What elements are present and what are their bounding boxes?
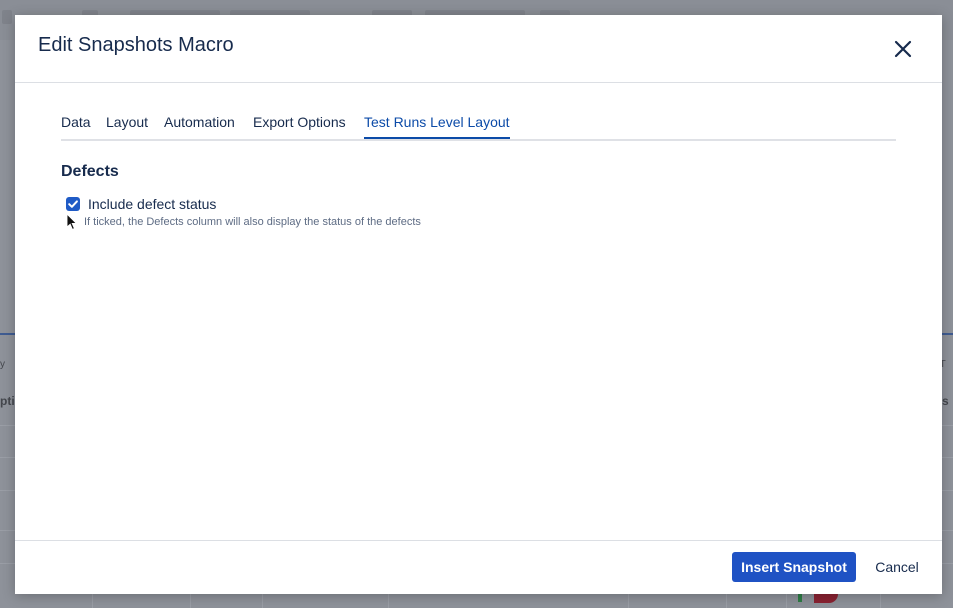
background-menu-icon	[2, 10, 12, 24]
include-defect-status-checkbox[interactable]	[66, 197, 80, 211]
tab-automation[interactable]: Automation	[164, 114, 235, 130]
background-text: pti	[0, 394, 15, 408]
active-tab-indicator	[364, 137, 510, 139]
tab-bar: Data Layout Automation Export Options Te…	[61, 110, 896, 141]
tab-test-runs-level-layout[interactable]: Test Runs Level Layout	[364, 114, 510, 130]
tab-layout[interactable]: Layout	[106, 114, 148, 130]
background-text: s	[942, 394, 949, 408]
checkmark-icon	[68, 200, 78, 208]
dialog-header: Edit Snapshots Macro	[15, 15, 942, 83]
background-text: y	[0, 359, 5, 370]
insert-snapshot-button[interactable]: Insert Snapshot	[732, 552, 856, 582]
section-title: Defects	[61, 163, 119, 180]
checkbox-label[interactable]: Include defect status	[88, 196, 216, 212]
help-text: If ticked, the Defects column will also …	[84, 216, 421, 228]
edit-snapshots-dialog: Edit Snapshots Macro Data Layout Automat…	[15, 15, 942, 594]
dialog-footer: Insert Snapshot Cancel	[15, 540, 942, 595]
tab-export-options[interactable]: Export Options	[253, 114, 346, 130]
close-button[interactable]	[891, 37, 915, 61]
mouse-pointer-icon	[66, 213, 78, 230]
close-icon	[894, 40, 912, 58]
dialog-title: Edit Snapshots Macro	[38, 34, 234, 56]
tab-data[interactable]: Data	[61, 114, 91, 130]
cancel-button[interactable]: Cancel	[865, 552, 929, 582]
